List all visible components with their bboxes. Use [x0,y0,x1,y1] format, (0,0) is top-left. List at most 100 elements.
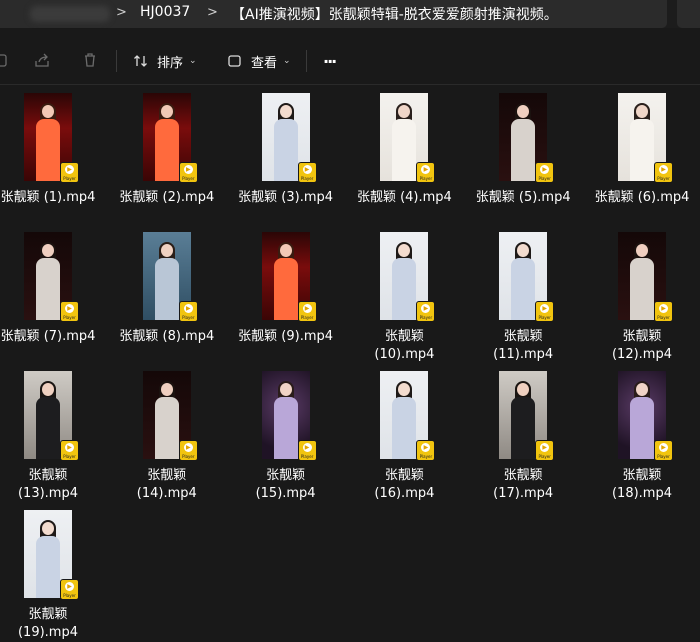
file-name: 张靓颖 (4).mp4 [356,190,452,205]
play-icon: ▶ [183,304,193,313]
player-badge-text: Player [63,593,76,598]
breadcrumb-current-folder[interactable]: 【AI推演视频】张靓颖特辑-脱衣爱爱颜射推演视频。 [231,4,558,24]
player-app-icon: ▶ Player [179,163,197,182]
file-item[interactable]: ▶ Player 张靓颖 (15).mp4 [227,363,345,501]
player-app-icon: ▶ Player [536,441,554,460]
play-icon: ▶ [421,165,431,174]
player-badge-text: Player [63,315,76,320]
file-name: 张靓颖 (18).mp4 [611,468,672,501]
search-box[interactable] [677,0,700,28]
file-name: 张靓颖 (11).mp4 [493,329,554,362]
file-name: 张靓颖 (12).mp4 [611,329,672,362]
file-item[interactable]: ▶ Player 张靓颖 (6).mp4 [583,85,700,205]
player-badge-text: Player [419,315,433,320]
player-badge-text: Player [657,176,670,181]
player-app-icon: ▶ Player [536,163,554,182]
file-name: 张靓颖 (13).mp4 [17,468,78,501]
player-app-icon: ▶ Player [179,302,197,321]
play-icon: ▶ [540,165,550,174]
copy-icon[interactable] [0,52,10,68]
player-app-icon: ▶ Player [655,163,672,182]
file-item[interactable]: ▶ Player 张靓颖 (9).mp4 [227,224,345,344]
file-item[interactable]: ▶ Player 张靓颖 (17).mp4 [464,363,582,501]
player-app-icon: ▶ Player [417,163,435,182]
play-icon: ▶ [540,443,550,452]
play-icon: ▶ [421,304,431,313]
file-item[interactable]: ▶ Player 张靓颖 (8).mp4 [108,224,226,344]
player-badge-text: Player [419,176,433,181]
player-badge-text: Player [538,176,551,181]
play-icon: ▶ [302,443,312,452]
player-badge-text: Player [538,454,551,459]
file-item[interactable]: ▶ Player 张靓颖 (16).mp4 [345,363,463,501]
file-item[interactable]: ▶ Player 张靓颖 (18).mp4 [583,363,700,501]
player-app-icon: ▶ Player [61,441,78,460]
address-bar: > HJ0037 > 【AI推演视频】张靓颖特辑-脱衣爱爱颜射推演视频。 [0,0,700,28]
breadcrumb-folder[interactable]: HJ0037 [140,4,190,20]
file-grid: ▶ Player 张靓颖 (1).mp4 ▶ Player 张靓颖 (2).mp4 ▶ Pla… [0,85,700,640]
player-badge-text: Player [182,176,195,181]
play-icon: ▶ [183,443,193,452]
toolbar-divider [116,50,117,72]
file-item[interactable]: ▶ Player 张靓颖 (13).mp4 [0,363,107,501]
file-name: 张靓颖 (6).mp4 [594,190,690,205]
player-app-icon: ▶ Player [298,441,316,460]
file-item[interactable]: ▶ Player 张靓颖 (7).mp4 [0,224,107,344]
player-badge-text: Player [538,315,551,320]
file-name: 张靓颖 (16).mp4 [374,468,435,501]
play-icon: ▶ [659,443,668,452]
player-app-icon: ▶ Player [61,302,78,321]
file-name: 张靓颖 (15).mp4 [255,468,316,501]
player-app-icon: ▶ Player [417,302,435,321]
player-app-icon: ▶ Player [417,441,435,460]
play-icon: ▶ [659,304,668,313]
player-badge-text: Player [300,315,314,320]
toolbar-divider [306,50,307,72]
player-badge-text: Player [300,454,314,459]
player-app-icon: ▶ Player [298,302,316,321]
sort-icon [134,55,147,67]
player-badge-text: Player [63,454,76,459]
file-item[interactable]: ▶ Player 张靓颖 (1).mp4 [0,85,107,205]
sort-button[interactable]: 排序 ⌄ [133,50,197,72]
file-name: 张靓颖 (14).mp4 [136,468,197,501]
view-button[interactable]: 查看 ⌄ [227,50,291,72]
file-item[interactable]: ▶ Player 张靓颖 (4).mp4 [345,85,463,205]
player-badge-text: Player [300,176,314,181]
view-icon [228,55,241,67]
play-icon: ▶ [302,165,312,174]
file-item[interactable]: ▶ Player 张靓颖 (10).mp4 [345,224,463,362]
player-app-icon: ▶ Player [655,302,672,321]
file-item[interactable]: ▶ Player 张靓颖 (3).mp4 [227,85,345,205]
play-icon: ▶ [659,165,668,174]
file-item[interactable]: ▶ Player 张靓颖 (19).mp4 [0,502,107,640]
share-icon[interactable] [34,52,50,68]
file-item[interactable]: ▶ Player 张靓颖 (11).mp4 [464,224,582,362]
play-icon: ▶ [421,443,431,452]
chevron-down-icon: ⌄ [283,56,291,66]
file-item[interactable]: ▶ Player 张靓颖 (14).mp4 [108,363,226,501]
file-name: 张靓颖 (19).mp4 [17,607,78,640]
file-name: 张靓颖 (10).mp4 [374,329,435,362]
delete-icon[interactable] [82,52,98,68]
more-options-button[interactable]: ··· [323,50,337,72]
file-item[interactable]: ▶ Player 张靓颖 (12).mp4 [583,224,700,362]
player-badge-text: Player [182,315,195,320]
play-icon: ▶ [302,304,312,313]
file-item[interactable]: ▶ Player 张靓颖 (2).mp4 [108,85,226,205]
play-icon: ▶ [540,304,550,313]
play-icon: ▶ [65,304,74,313]
play-icon: ▶ [183,165,193,174]
blurred-path-segment [30,6,110,22]
chevron-right-icon[interactable]: > [207,5,218,20]
chevron-right-icon[interactable]: > [116,5,127,20]
play-icon: ▶ [65,443,74,452]
player-badge-text: Player [419,454,433,459]
command-bar: 排序 ⌄ 查看 ⌄ ··· [0,36,700,85]
file-name: 张靓颖 (3).mp4 [238,190,334,205]
file-item[interactable]: ▶ Player 张靓颖 (5).mp4 [464,85,582,205]
address-field[interactable]: > HJ0037 > 【AI推演视频】张靓颖特辑-脱衣爱爱颜射推演视频。 [0,0,667,28]
view-label: 查看 [251,55,278,71]
file-name: 张靓颖 (17).mp4 [493,468,554,501]
sort-label: 排序 [157,55,184,71]
